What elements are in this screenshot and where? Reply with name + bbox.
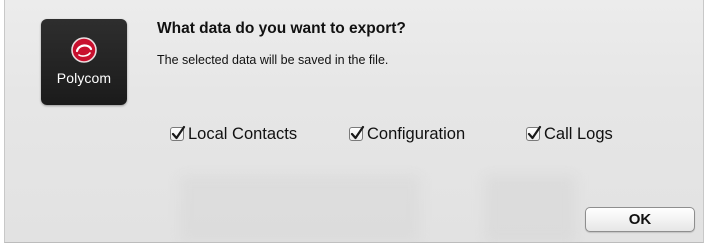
ok-button[interactable]: OK	[585, 207, 695, 232]
polycom-app-icon: Polycom	[41, 19, 127, 105]
checkbox-label[interactable]: Local Contacts	[188, 125, 297, 144]
local-contacts-checkbox[interactable]: Local Contacts	[170, 123, 297, 145]
checkbox-box[interactable]	[349, 125, 365, 141]
checkmark-icon	[171, 125, 186, 140]
checkbox-box[interactable]	[170, 125, 186, 141]
checkbox-label[interactable]: Call Logs	[544, 125, 613, 144]
polycom-logo-icon	[71, 37, 97, 63]
call-logs-checkbox[interactable]: Call Logs	[526, 123, 613, 145]
background-shade	[180, 175, 420, 243]
dialog-title: What data do you want to export?	[157, 20, 406, 37]
checkmark-icon	[350, 125, 365, 140]
checkbox-box[interactable]	[526, 125, 542, 141]
export-dialog: Polycom What data do you want to export?…	[4, 0, 704, 243]
background-shade	[485, 175, 575, 243]
polycom-brand-text: Polycom	[56, 70, 112, 86]
dialog-message: The selected data will be saved in the f…	[157, 53, 389, 67]
configuration-checkbox[interactable]: Configuration	[349, 123, 465, 145]
checkmark-icon	[527, 125, 542, 140]
checkbox-label[interactable]: Configuration	[367, 125, 465, 144]
